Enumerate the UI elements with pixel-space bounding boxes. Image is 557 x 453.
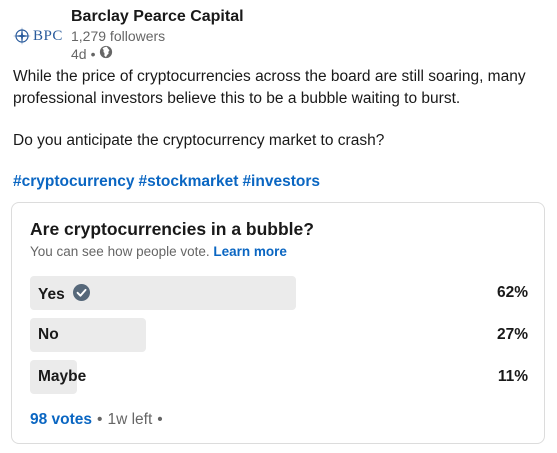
time-left: 1w left <box>107 411 153 428</box>
logo-text: BPC <box>33 27 63 44</box>
company-name[interactable]: Barclay Pearce Capital <box>71 7 244 27</box>
post-body: While the price of cryptocurrencies acro… <box>13 66 548 172</box>
poll-option-label: Maybe <box>38 368 86 386</box>
poll-option-text: Maybe <box>38 368 87 385</box>
poll-option-percent: 62% <box>496 284 528 301</box>
learn-more-link[interactable]: Learn more <box>213 244 287 259</box>
footer-separator-trailing: • <box>157 411 163 428</box>
vote-count-link[interactable]: 98 votes <box>30 411 92 429</box>
poll-option-yes[interactable]: Yes 62% <box>30 276 528 310</box>
poll-question: Are cryptocurrencies in a bubble? <box>30 219 314 239</box>
hashtag-cryptocurrency[interactable]: #cryptocurrency <box>13 173 134 191</box>
poll-option-label: Yes <box>38 284 90 306</box>
poll-option-text: No <box>38 326 59 343</box>
compass-logo-icon <box>13 27 31 45</box>
post-question: Do you anticipate the cryptocurrency mar… <box>13 132 385 149</box>
hashtag-stockmarket[interactable]: #stockmarket <box>138 173 238 191</box>
check-circle-icon <box>72 284 90 306</box>
post-card: BPC Barclay Pearce Capital 1,279 followe… <box>0 0 557 453</box>
post-age: 4d <box>71 46 87 62</box>
globe-icon <box>99 45 113 63</box>
post-meta: 4d • <box>71 45 244 63</box>
hashtag-investors[interactable]: #investors <box>242 173 320 191</box>
poll-option-percent: 11% <box>497 368 528 385</box>
post-header: BPC Barclay Pearce Capital 1,279 followe… <box>13 7 244 63</box>
post-paragraph: While the price of cryptocurrencies acro… <box>13 68 526 107</box>
author-info: Barclay Pearce Capital 1,279 followers 4… <box>71 7 244 63</box>
company-logo[interactable]: BPC <box>13 19 65 53</box>
poll-option-percent: 27% <box>496 326 528 343</box>
poll-note-text: You can see how people vote. <box>30 244 210 259</box>
poll-option-label: No <box>38 326 59 344</box>
poll-option-text: Yes <box>38 286 65 303</box>
footer-separator: • <box>97 411 103 428</box>
poll-option-maybe[interactable]: Maybe 11% <box>30 360 528 394</box>
poll-card: Are cryptocurrencies in a bubble? You ca… <box>11 202 545 444</box>
meta-separator: • <box>90 46 96 62</box>
hashtag-list: #cryptocurrency #stockmarket #investors <box>13 173 320 191</box>
poll-option-no[interactable]: No 27% <box>30 318 528 352</box>
poll-note: You can see how people vote. Learn more <box>30 244 287 259</box>
follower-count: 1,279 followers <box>71 28 166 44</box>
poll-footer: 98 votes • 1w left • <box>30 411 163 429</box>
